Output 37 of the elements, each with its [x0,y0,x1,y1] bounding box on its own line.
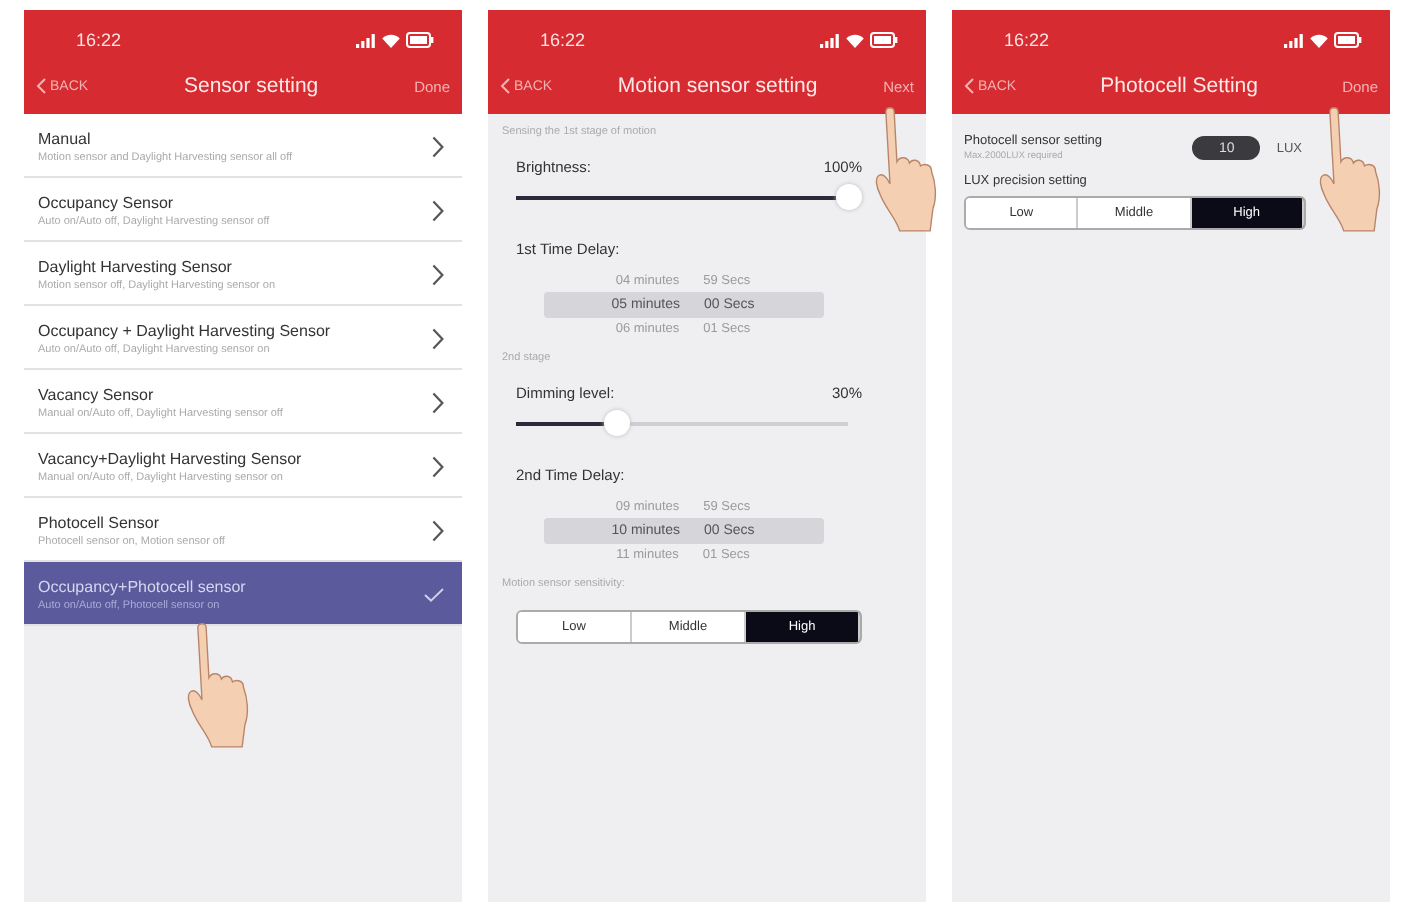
screen-title: Photocell Setting [1100,74,1258,98]
chevron-right-icon [432,327,444,349]
chevron-right-icon [432,199,444,221]
battery-icon [406,32,434,48]
wifi-icon [1310,33,1328,47]
chevron-right-icon [432,519,444,541]
status-time: 16:22 [76,30,122,50]
status-time: 16:22 [1004,30,1050,50]
wifi-icon [846,33,864,47]
mode-title: Vacancy+Daylight Harvesting Sensor [38,449,302,467]
chevron-left-icon [36,78,46,94]
checkmark-icon [424,587,444,601]
mode-title: Daylight Harvesting Sensor [38,257,234,275]
battery-icon [870,32,898,48]
signal-icon [820,33,840,47]
mode-title: Occupancy+Photocell sensor [38,577,246,595]
mode-title: Photocell Sensor [38,513,161,531]
signal-icon [356,33,376,47]
screen-title: Motion sensor setting [617,74,818,98]
battery-icon [1334,32,1362,48]
slider-thumb[interactable] [836,183,862,209]
mode-title: Occupancy Sensor [38,193,176,211]
chevron-left-icon [500,78,510,94]
screen-title: Sensor setting [184,74,319,98]
chevron-right-icon [432,135,444,157]
wifi-icon [382,33,400,47]
chevron-right-icon [432,391,444,413]
chevron-right-icon [432,263,444,285]
mode-title: Vacancy Sensor [38,385,156,403]
slider-thumb[interactable] [603,409,630,435]
status-time: 16:22 [540,30,586,50]
mode-title: Occupancy + Daylight Harvesting Sensor [38,321,331,339]
mode-title: Manual [38,129,93,147]
brightness-slider[interactable] [516,182,862,212]
chevron-right-icon [432,455,444,477]
signal-icon [1284,33,1304,47]
chevron-left-icon [964,78,974,94]
